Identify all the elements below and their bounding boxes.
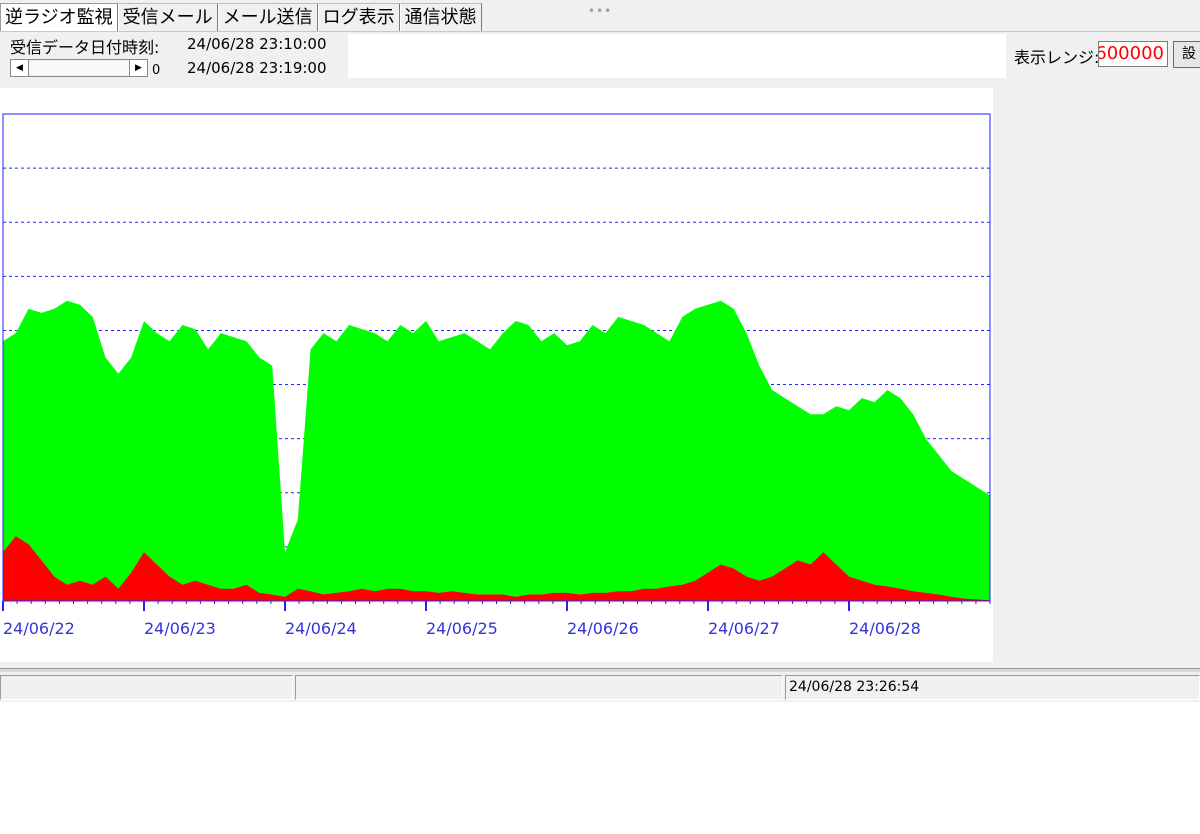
tab-received-mail[interactable]: 受信メール — [117, 3, 218, 31]
x-tick-label: 24/06/26 — [567, 619, 639, 638]
status-separator — [0, 668, 1200, 672]
display-range-input[interactable]: 600000 — [1098, 41, 1168, 67]
scroll-right-arrow-icon[interactable]: ▶ — [129, 60, 147, 76]
status-timestamp: 24/06/28 23:26:54 — [785, 675, 1200, 700]
datetime-label: 受信データ日付時刻: — [10, 38, 160, 57]
tab-strip: 逆ラジオ監視 受信メール メール送信 ログ表示 通信状態 — [0, 3, 482, 31]
display-range-label: 表示レンジ: — [1014, 48, 1100, 67]
scroll-track[interactable] — [29, 61, 129, 75]
app-window: 逆ラジオ監視 受信メール メール送信 ログ表示 通信状態 ••• 受信データ日付… — [0, 0, 1200, 702]
status-bar: 24/06/28 23:26:54 — [0, 675, 1200, 702]
monitor-chart: 24/06/22 24/06/23 24/06/24 24/06/25 24/06/26… — [0, 88, 993, 662]
tab-communication-status[interactable]: 通信状態 — [399, 3, 482, 31]
x-tick-label: 24/06/28 — [849, 619, 921, 638]
datetime-from: 24/06/28 23:10:00 — [187, 35, 327, 53]
scroll-value: 0 — [152, 63, 161, 78]
drag-grip-icon[interactable]: ••• — [588, 4, 612, 18]
series-total-area — [3, 300, 990, 601]
tab-divider — [0, 31, 1200, 32]
status-panel-2 — [295, 675, 783, 700]
display-range-value: 600000 — [1098, 43, 1164, 64]
scroll-left-arrow-icon[interactable]: ◀ — [11, 60, 29, 76]
x-tick-label: 24/06/23 — [144, 619, 216, 638]
x-tick-label: 24/06/22 — [3, 619, 75, 638]
x-tick-label: 24/06/27 — [708, 619, 780, 638]
chart-svg: 24/06/22 24/06/23 24/06/24 24/06/25 24/06/26… — [2, 113, 991, 638]
datetime-to: 24/06/28 23:19:00 — [187, 59, 327, 77]
info-panel — [348, 34, 1006, 78]
set-button[interactable]: 設 — [1173, 41, 1200, 68]
tab-log-view[interactable]: ログ表示 — [317, 3, 400, 31]
x-tick-label: 24/06/24 — [285, 619, 357, 638]
status-panel-1 — [0, 675, 293, 700]
x-tick-label: 24/06/25 — [426, 619, 498, 638]
time-scrollbar[interactable]: ◀ ▶ — [10, 59, 148, 77]
tab-send-mail[interactable]: メール送信 — [217, 3, 318, 31]
tab-reverse-radio-monitor[interactable]: 逆ラジオ監視 — [0, 3, 118, 31]
